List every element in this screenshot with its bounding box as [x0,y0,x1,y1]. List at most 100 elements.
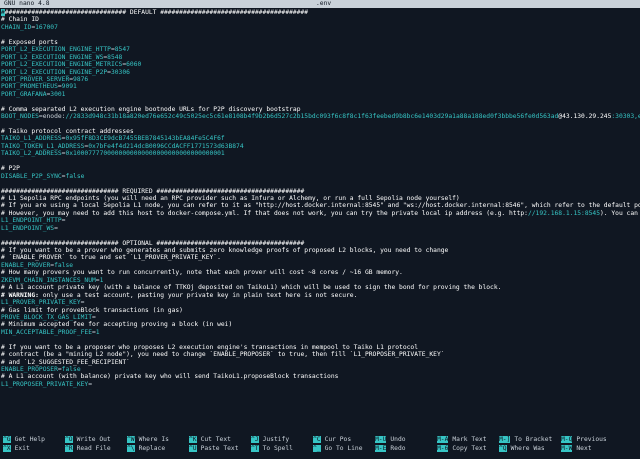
shortcut-read-file[interactable]: ^R Read File [65,445,111,453]
text-segment: ################################ DEFAULT… [4,9,309,16]
text-line[interactable]: PORT_L2_EXECUTION_ENGINE_P2P=30306 [1,69,640,76]
text-line[interactable]: # Exposed ports [1,39,640,46]
text-line[interactable]: # Taiko protocol contract addresses [1,128,640,135]
shortcut-write-out[interactable]: ^O Write Out [65,436,111,444]
shortcut-key: M-U [375,436,387,443]
text-line[interactable]: ENABLE_PROVER=false [1,262,640,269]
shortcut-key: ^Q [499,445,507,452]
text-line[interactable]: # However, you may need to add this host… [1,210,640,217]
nano-titlebar: GNU nano 4.8 .env [0,0,640,8]
shortcut-mark-text[interactable]: M-A Mark Text [437,436,487,444]
text-line[interactable]: L1_ENDPOINT_HTTP= [1,217,640,224]
shortcut-label: Cur Pos [324,436,352,443]
shortcut-key: ^X [3,445,11,452]
shortcut-key: M-Q [561,436,573,443]
text-line[interactable]: # Gas limit for proveBlock transactions … [1,307,640,314]
text-line[interactable]: TAIKO_L1_ADDRESS=0x95fF8D3CE9dcB7455BEB7… [1,135,640,142]
text-line[interactable]: L1_PROVER_PRIVATE_KEY= [1,299,640,306]
text-line[interactable]: # L1 Sepolia RPC endpoints (you will nee… [1,195,640,202]
text-line[interactable] [1,180,640,187]
text-line[interactable] [1,121,640,128]
text-line[interactable]: # contract (be a "mining L2 node"), you … [1,351,640,358]
text-line[interactable]: # If you are using a local Sepolia L1 no… [1,202,640,209]
text-line[interactable]: L1_PROPOSER_PRIVATE_KEY= [1,381,640,388]
text-line[interactable]: PORT_L2_EXECUTION_ENGINE_METRICS=6060 [1,61,640,68]
shortcut-where-is[interactable]: ^W Where Is [127,436,169,444]
text-line[interactable] [1,232,640,239]
text-segment: 167007 [35,23,58,31]
shortcut-label: Redo [390,445,406,452]
text-line[interactable]: BOOT_NODES=enode://2833d948c31b18a820ed7… [1,113,640,120]
text-line[interactable]: # A L1 account (with balance) private ke… [1,373,640,380]
text-line[interactable]: CHAIN_ID=167007 [1,24,640,31]
text-segment: 9876 [73,75,89,83]
text-segment: = [54,224,58,232]
text-line[interactable]: ############################### REQUIRED… [1,188,640,195]
text-segment: = [61,217,66,225]
text-line[interactable]: MIN_ACCEPTABLE_PROOF_FEE=1 [1,329,640,336]
text-line[interactable] [1,31,640,38]
text-line[interactable] [1,158,640,165]
shortcut-exit[interactable]: ^X Exit [3,445,30,453]
text-line[interactable]: # If you want to be a proposer who propo… [1,344,640,351]
text-line[interactable]: TAIKO_L2_ADDRESS=0x100077770000000000000… [1,150,640,157]
shortcut-previous[interactable]: M-Q Previous [561,436,607,444]
shortcut-get-help[interactable]: ^G Get Help [3,436,45,444]
shortcut-key: ^K [189,436,197,443]
text-line[interactable]: # `ENABLE_PROVER` to true and set `L1_PR… [1,254,640,261]
editor-text-area[interactable]: ################################# DEFAUL… [1,9,640,427]
shortcut-go-to-line[interactable]: ^_ Go To Line [313,445,363,453]
shortcut-redo[interactable]: M-E Redo [375,445,406,453]
text-line[interactable]: PORT_L2_EXECUTION_ENGINE_HTTP=8547 [1,46,640,53]
shortcut-key: ^U [189,445,197,452]
shortcut-cur-pos[interactable]: ^C Cur Pos [313,436,351,444]
text-line[interactable]: PORT_GRAFANA=3001 [1,91,640,98]
text-segment: # However, you may need to add this host… [1,209,528,217]
text-segment: 1 [99,276,104,284]
text-line[interactable]: # WARNING: only use a test account, past… [1,292,640,299]
text-line[interactable]: PORT_PROVER_SERVER=9876 [1,76,640,83]
shortcut-where-was[interactable]: ^Q Where Was [499,445,545,453]
shortcut-justify[interactable]: ^J Justify [251,436,289,444]
shortcut-next[interactable]: M-W Next [561,445,592,453]
shortcut-to-bracket[interactable]: M-] To Bracket [499,436,552,444]
text-line[interactable]: ################################# DEFAUL… [1,9,640,16]
text-segment: PORT_L2_EXECUTION_ENGINE_WS [1,53,104,61]
text-segment: # Exposed ports [1,38,58,46]
text-line[interactable]: # A L1 account private key (with a balan… [1,284,640,291]
shortcut-replace[interactable]: ^\ Replace [127,445,165,453]
text-segment: false [54,261,74,269]
text-line[interactable]: ENABLE_PROPOSER=false [1,366,640,373]
text-line[interactable]: PORT_L2_EXECUTION_ENGINE_WS=8548 [1,54,640,61]
text-line[interactable]: PORT_PROMETHEUS=9091 [1,83,640,90]
text-line[interactable]: # Chain ID [1,16,640,23]
text-segment: BOOT_NODES [1,113,39,121]
text-line[interactable]: # P2P [1,165,640,172]
text-segment: # Comma separated L2 execution engine bo… [1,105,301,113]
file-name: .env [316,0,332,7]
shortcut-paste-text[interactable]: ^U Paste Text [189,445,239,453]
text-line[interactable]: TAIKO_TOKEN_L1_ADDRESS=0x7bFe4f4d214dcB0… [1,143,640,150]
shortcut-to-spell[interactable]: ^T To Spell [251,445,293,453]
text-line[interactable]: # and `L2_SUGGESTED_FEE_RECIPIENT` [1,359,640,366]
text-line[interactable]: # Minimum accepted fee for accepting pro… [1,321,640,328]
text-line[interactable] [1,98,640,105]
text-line[interactable]: # Comma separated L2 execution engine bo… [1,106,640,113]
shortcut-label: Go To Line [324,445,363,452]
text-segment: :30303,enode: [611,113,640,121]
text-line[interactable] [1,336,640,343]
shortcut-copy-text[interactable]: M-6 Copy Text [437,445,487,453]
shortcut-cut-text[interactable]: ^K Cut Text [189,436,231,444]
text-line[interactable]: # How many provers you want to run concu… [1,269,640,276]
text-segment: only use a test account, pasting your pr… [38,291,358,299]
text-segment: 30306 [110,68,130,76]
text-segment: //2833d948c31b18a820ed76e652c49c5025ec5c… [65,113,559,121]
text-line[interactable]: ZKEVM_CHAIN_INSTANCES_NUM=1 [1,277,640,284]
text-line[interactable]: # If you want to be a prover who generat… [1,247,640,254]
shortcut-key: ^T [251,445,259,452]
text-line[interactable]: PROVE_BLOCK_TX_GAS_LIMIT= [1,314,640,321]
shortcut-undo[interactable]: M-U Undo [375,436,406,444]
text-line[interactable]: DISABLE_P2P_SYNC=false [1,173,640,180]
text-line[interactable]: ############################### OPTIONAL… [1,240,640,247]
text-line[interactable]: L1_ENDPOINT_WS= [1,225,640,232]
